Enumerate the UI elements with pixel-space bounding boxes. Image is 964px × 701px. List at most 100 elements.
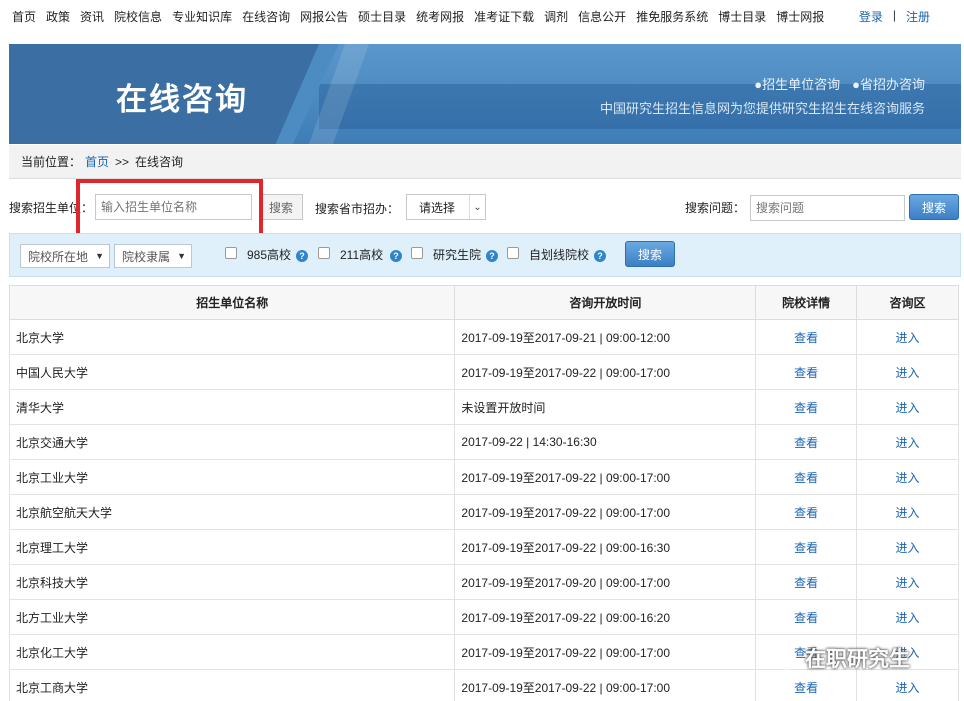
login-link[interactable]: 登录 (859, 8, 883, 25)
view-detail-link[interactable]: 查看 (755, 459, 858, 495)
question-search-button[interactable]: 搜索 (909, 194, 959, 220)
wechat-icon (766, 646, 797, 670)
view-detail-link[interactable]: 查看 (755, 599, 858, 635)
page-banner: 在线咨询 ●招生单位咨询 ●省招办咨询 中国研究生招生信息网为您提供研究生招生在… (9, 44, 961, 144)
nav-item[interactable]: 硕士目录 (358, 8, 406, 25)
enter-consult-link[interactable]: 进入 (856, 494, 959, 530)
table-row: 北京理工大学 2017-09-19至2017-09-22 | 09:00-16:3… (8, 529, 959, 565)
checkbox-211[interactable] (318, 247, 330, 259)
open-time-cell: 2017-09-19至2017-09-20 | 09:00-17:00 (454, 564, 757, 600)
label-985: 985高校 (247, 248, 292, 262)
enter-consult-link[interactable]: 进入 (856, 529, 959, 565)
nav-item[interactable]: 资讯 (80, 8, 104, 25)
view-detail-link[interactable]: 查看 (755, 494, 858, 530)
question-search-label: 搜索问题： (685, 201, 746, 215)
header-open-time: 咨询开放时间 (454, 285, 757, 320)
table-row: 北方工业大学 2017-09-19至2017-09-22 | 09:00-16:2… (8, 599, 959, 635)
nav-item[interactable]: 在线咨询 (242, 8, 290, 25)
view-detail-link[interactable]: 查看 (755, 424, 858, 460)
help-icon[interactable]: ? (390, 250, 402, 262)
nav-item[interactable]: 信息公开 (578, 8, 626, 25)
province-search-label: 搜索省市招办： (315, 202, 400, 216)
open-time-cell: 2017-09-19至2017-09-22 | 09:00-17:00 (454, 354, 757, 390)
checkbox-self-line[interactable] (507, 247, 519, 259)
label-self-line: 自划线院校 (529, 248, 590, 262)
breadcrumb-home[interactable]: 首页 (85, 153, 109, 170)
help-icon[interactable]: ? (296, 250, 308, 262)
enter-consult-link[interactable]: 进入 (856, 459, 959, 495)
province-consult-link[interactable]: ●省招办咨询 (852, 74, 925, 93)
help-icon[interactable]: ? (594, 250, 606, 262)
top-nav: 首页 政策 资讯 院校信息 专业知识库 在线咨询 网报公告 硕士目录 统考网报 准考证下载 调剂 信息… (0, 0, 964, 32)
breadcrumb-current: 在线咨询 (135, 155, 184, 169)
unit-search-button[interactable]: 搜索 (259, 194, 303, 220)
checkbox-graduate-school[interactable] (411, 247, 423, 259)
chevron-down-icon: ⌄ (469, 195, 485, 219)
unit-name-cell: 中国人民大学 (8, 354, 456, 390)
enter-consult-link[interactable]: 进入 (856, 424, 959, 460)
top-nav-items: 首页 政策 资讯 院校信息 专业知识库 在线咨询 网报公告 硕士目录 统考网报 准考证下载 调剂 信息… (12, 8, 834, 25)
open-time-cell: 2017-09-22 | 14:30-16:30 (454, 424, 757, 460)
header-unit-name: 招生单位名称 (8, 285, 456, 320)
nav-item[interactable]: 网报公告 (300, 8, 348, 25)
unit-name-cell: 北方工业大学 (8, 599, 456, 635)
header-consult-area: 咨询区 (856, 285, 959, 320)
view-detail-link[interactable]: 查看 (755, 319, 858, 355)
nav-item[interactable]: 准考证下载 (474, 8, 534, 25)
watermark: 在职研究生 (765, 643, 910, 673)
results-table: 招生单位名称 咨询开放时间 院校详情 咨询区 北京大学 2017-09-19至20… (8, 285, 959, 701)
view-detail-link[interactable]: 查看 (755, 564, 858, 600)
enter-consult-link[interactable]: 进入 (856, 564, 959, 600)
view-detail-link[interactable]: 查看 (755, 354, 858, 390)
view-detail-link[interactable]: 查看 (755, 669, 858, 701)
province-select[interactable]: 请选择 ⌄ (406, 194, 486, 220)
header-detail: 院校详情 (755, 285, 858, 320)
view-detail-link[interactable]: 查看 (755, 389, 858, 425)
table-row: 北京交通大学 2017-09-22 | 14:30-16:30 查看 进入 (8, 424, 959, 460)
province-select-value: 请选择 (419, 200, 456, 215)
register-link[interactable]: 注册 (906, 8, 930, 25)
caret-down-icon: ▼ (95, 251, 104, 261)
unit-name-cell: 北京交通大学 (8, 424, 456, 460)
nav-item[interactable]: 博士网报 (776, 8, 824, 25)
open-time-cell: 2017-09-19至2017-09-22 | 09:00-17:00 (454, 494, 757, 530)
auth-links: 登录 | 注册 (859, 8, 930, 25)
unit-name-cell: 北京工商大学 (8, 669, 456, 701)
label-211: 211高校 (340, 248, 384, 262)
unit-consult-link[interactable]: ●招生单位咨询 (754, 74, 840, 93)
auth-separator: | (892, 8, 896, 22)
nav-item[interactable]: 首页 (12, 8, 36, 25)
help-icon[interactable]: ? (486, 250, 498, 262)
open-time-cell: 2017-09-19至2017-09-21 | 09:00-12:00 (454, 319, 757, 355)
enter-consult-link[interactable]: 进入 (856, 669, 959, 701)
open-time-cell: 2017-09-19至2017-09-22 | 09:00-17:00 (454, 634, 757, 670)
open-time-cell: 2017-09-19至2017-09-22 | 09:00-17:00 (454, 459, 757, 495)
enter-consult-link[interactable]: 进入 (856, 319, 959, 355)
nav-item[interactable]: 推免服务系统 (636, 8, 708, 25)
question-search-input[interactable] (750, 195, 905, 221)
location-select[interactable]: 院校所在地 ▼ (20, 244, 110, 268)
highlight-box (76, 179, 263, 240)
enter-consult-link[interactable]: 进入 (856, 389, 959, 425)
open-time-cell: 2017-09-19至2017-09-22 | 09:00-16:20 (454, 599, 757, 635)
enter-consult-link[interactable]: 进入 (856, 599, 959, 635)
nav-item[interactable]: 院校信息 (114, 8, 162, 25)
affiliation-select[interactable]: 院校隶属 ▼ (114, 244, 192, 268)
view-detail-link[interactable]: 查看 (755, 529, 858, 565)
table-row: 北京工业大学 2017-09-19至2017-09-22 | 09:00-17:0… (8, 459, 959, 495)
unit-name-cell: 北京工业大学 (8, 459, 456, 495)
nav-item[interactable]: 调剂 (544, 8, 568, 25)
enter-consult-link[interactable]: 进入 (856, 354, 959, 390)
open-time-cell: 2017-09-19至2017-09-22 | 09:00-16:30 (454, 529, 757, 565)
nav-item[interactable]: 专业知识库 (172, 8, 232, 25)
filter-search-button[interactable]: 搜索 (625, 241, 675, 267)
nav-item[interactable]: 政策 (46, 8, 70, 25)
checkbox-985[interactable] (225, 247, 237, 259)
table-row: 北京航空航天大学 2017-09-19至2017-09-22 | 09:00-17… (8, 494, 959, 530)
watermark-text: 在职研究生 (805, 648, 910, 671)
unit-name-cell: 北京航空航天大学 (8, 494, 456, 530)
nav-item[interactable]: 统考网报 (416, 8, 464, 25)
nav-item[interactable]: 博士目录 (718, 8, 766, 25)
banner-description: 中国研究生招生信息网为您提供研究生招生在线咨询服务 (599, 101, 925, 116)
open-time-cell: 2017-09-19至2017-09-22 | 09:00-17:00 (454, 669, 757, 701)
